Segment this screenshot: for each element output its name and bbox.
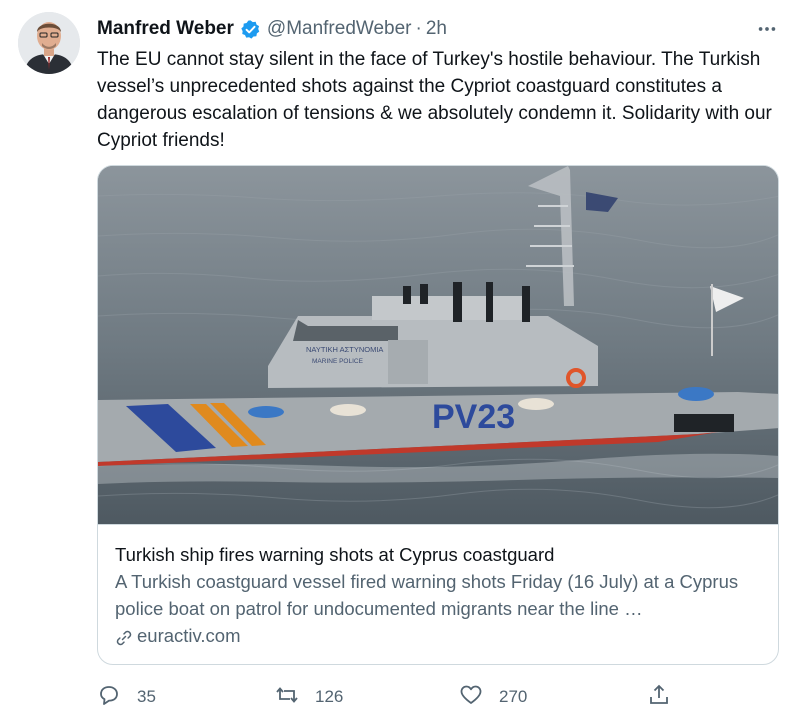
share-button[interactable] — [647, 680, 671, 714]
retweet-count: 126 — [315, 687, 344, 706]
more-icon[interactable] — [752, 14, 782, 44]
tweet-header: Manfred Weber @ManfredWeber · 2h — [97, 14, 730, 44]
author-name[interactable]: Manfred Weber — [97, 14, 234, 44]
timestamp[interactable]: 2h — [426, 14, 447, 44]
reply-count: 35 — [137, 687, 156, 706]
card-image[interactable]: ΝΑΥΤΙΚΗ ΑΣΤΥΝΟΜΙΑ MARINE POLICE PV23 — [98, 166, 778, 524]
link-icon — [115, 627, 133, 646]
like-button[interactable]: 270 — [459, 680, 527, 714]
link-card[interactable]: ΝΑΥΤΙΚΗ ΑΣΤΥΝΟΜΙΑ MARINE POLICE PV23 Tur… — [97, 165, 779, 665]
share-icon — [647, 683, 671, 712]
reply-icon — [97, 683, 121, 712]
separator: · — [415, 18, 422, 39]
author-handle[interactable]: @ManfredWeber — [267, 14, 412, 44]
verified-badge-icon — [240, 19, 261, 40]
card-title[interactable]: Turkish ship fires warning shots at Cypr… — [115, 541, 763, 568]
retweet-icon — [275, 683, 299, 712]
avatar[interactable] — [18, 12, 80, 74]
retweet-button[interactable]: 126 — [275, 680, 343, 714]
tweet-actions: 35 126 270 — [97, 680, 697, 714]
tweet-text: The EU cannot stay silent in the face of… — [97, 49, 772, 151]
tweet[interactable]: Manfred Weber @ManfredWeber · 2h The EU … — [0, 0, 790, 724]
card-domain-text: euractiv.com — [137, 625, 241, 646]
cabin-text-english: MARINE POLICE — [312, 358, 364, 365]
card-domain[interactable]: euractiv.com — [115, 622, 763, 650]
hull-number: PV23 — [432, 398, 515, 436]
like-count: 270 — [499, 687, 528, 706]
card-description: A Turkish coastguard vessel fired warnin… — [115, 571, 739, 619]
cabin-text-greek: ΝΑΥΤΙΚΗ ΑΣΤΥΝΟΜΙΑ — [306, 345, 383, 354]
card-body[interactable]: Turkish ship fires warning shots at Cypr… — [98, 524, 778, 664]
like-icon — [459, 683, 483, 712]
reply-button[interactable]: 35 — [97, 680, 156, 714]
